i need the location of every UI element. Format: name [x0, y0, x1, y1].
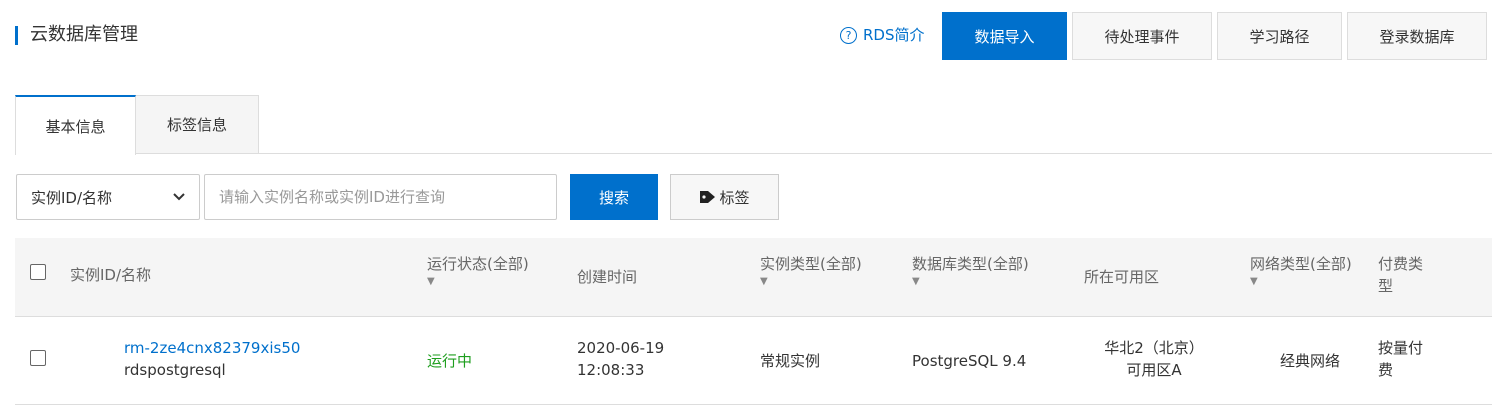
column-header-status-label: 运行状态(全部)	[427, 255, 529, 273]
status-badge: 运行中	[427, 352, 473, 370]
column-header-zone: 所在可用区	[1084, 268, 1160, 286]
filter-caret-icon: ▼	[427, 276, 435, 287]
column-header-network-label: 网络类型(全部)	[1250, 255, 1352, 273]
login-database-button[interactable]: 登录数据库	[1347, 12, 1487, 60]
tag-filter-button[interactable]: 标签	[670, 174, 779, 220]
zone-line2: 可用区A	[1126, 361, 1182, 379]
data-import-button[interactable]: 数据导入	[942, 12, 1067, 60]
column-header-db-type[interactable]: 数据库类型(全部) ▼	[912, 253, 1029, 289]
instance-id-link[interactable]: rm-2ze4cnx82379xis50	[124, 337, 300, 359]
rds-intro-link[interactable]: ? RDS简介	[840, 25, 925, 45]
filter-caret-icon: ▼	[1250, 276, 1258, 287]
rds-intro-label: RDS简介	[863, 26, 925, 44]
tag-filter-label: 标签	[719, 188, 750, 207]
column-header-billing: 付费类 型	[1378, 253, 1423, 297]
learning-path-button[interactable]: 学习路径	[1217, 12, 1342, 60]
search-field-select-value: 实例ID/名称	[31, 188, 113, 207]
column-header-instance-type-label: 实例类型(全部)	[760, 255, 862, 273]
row-checkbox[interactable]	[30, 350, 46, 366]
filter-caret-icon: ▼	[912, 276, 920, 287]
created-clock: 12:08:33	[577, 361, 645, 379]
tab-tag-info[interactable]: 标签信息	[135, 95, 259, 154]
column-header-network[interactable]: 网络类型(全部) ▼	[1250, 253, 1352, 289]
billing-line2: 费	[1378, 361, 1394, 379]
search-field-select[interactable]: 实例ID/名称	[16, 174, 200, 220]
zone: 华北2（北京） 可用区A	[1084, 337, 1224, 381]
help-icon: ?	[840, 26, 857, 44]
column-header-status[interactable]: 运行状态(全部) ▼	[427, 253, 529, 289]
row-divider	[15, 404, 1492, 405]
search-button[interactable]: 搜索	[570, 174, 658, 220]
title-accent-bar	[15, 26, 18, 45]
pending-events-button[interactable]: 待处理事件	[1072, 12, 1212, 60]
chevron-down-icon	[173, 193, 185, 201]
column-header-created: 创建时间	[577, 268, 638, 286]
billing-line1: 按量付	[1378, 339, 1424, 357]
instance-type: 常规实例	[760, 352, 821, 370]
column-header-db-type-label: 数据库类型(全部)	[912, 255, 1029, 273]
search-input[interactable]	[204, 174, 557, 220]
zone-line1: 华北2（北京）	[1104, 339, 1204, 357]
filter-caret-icon: ▼	[760, 276, 768, 287]
created-time: 2020-06-19 12:08:33	[577, 337, 664, 381]
network-type: 经典网络	[1280, 352, 1341, 370]
column-header-billing-line2: 型	[1378, 277, 1394, 295]
page-title: 云数据库管理	[30, 24, 138, 45]
column-header-billing-line1: 付费类	[1378, 255, 1424, 273]
column-header-instance: 实例ID/名称	[70, 266, 152, 284]
select-all-checkbox[interactable]	[30, 264, 46, 280]
created-date: 2020-06-19	[577, 339, 665, 357]
column-header-instance-type[interactable]: 实例类型(全部) ▼	[760, 253, 862, 289]
tab-basic-info[interactable]: 基本信息	[15, 95, 136, 155]
db-type: PostgreSQL 9.4	[912, 352, 1027, 370]
instance-name: rdspostgresql	[124, 361, 226, 379]
table-row: rm-2ze4cnx82379xis50 rdspostgresql	[124, 337, 300, 381]
tag-icon	[700, 191, 716, 203]
billing-type: 按量付 费	[1378, 337, 1423, 381]
